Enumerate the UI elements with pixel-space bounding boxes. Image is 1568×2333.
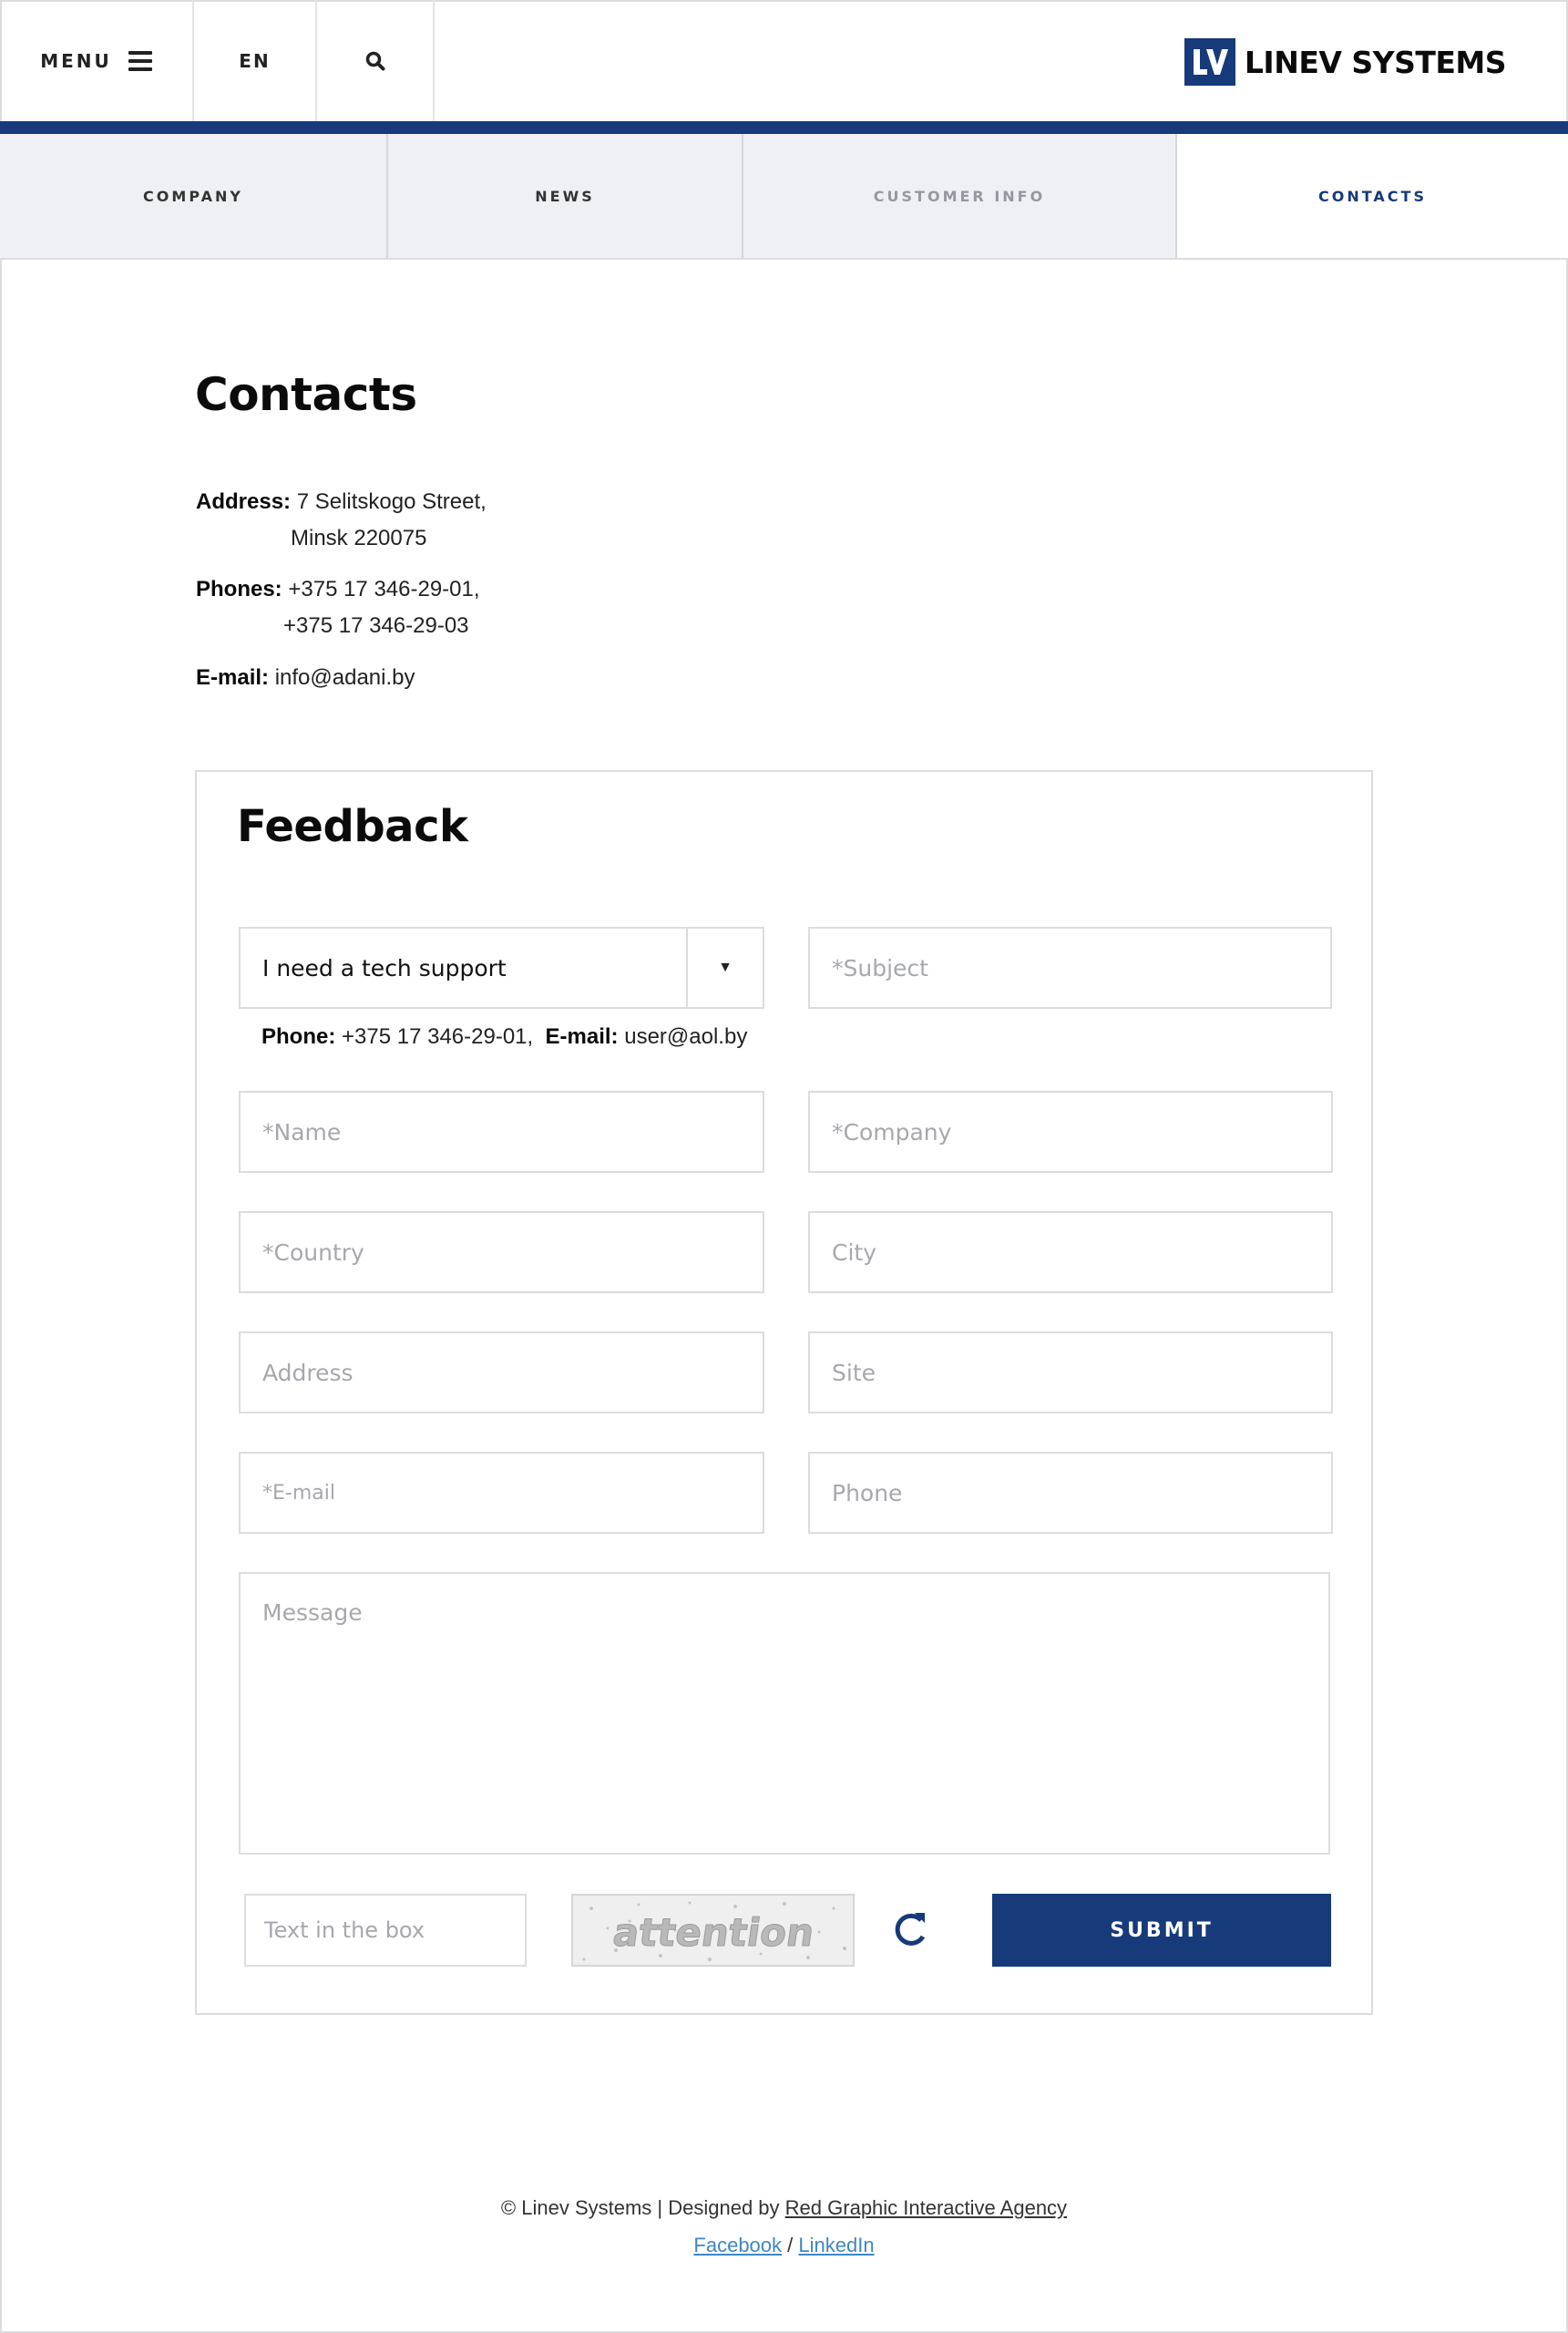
address-field[interactable]: Address (239, 1331, 764, 1413)
agency-link[interactable]: Red Graphic Interactive Agency (785, 2196, 1067, 2219)
company-field[interactable]: *Company (808, 1091, 1333, 1173)
footer-social: Facebook / LinkedIn (0, 2234, 1568, 2257)
page-title: Contacts (195, 368, 417, 421)
linkedin-link[interactable]: LinkedIn (798, 2234, 874, 2256)
address-block: Address: 7 Selitskogo Street, (196, 484, 487, 520)
email-label: E-mail: (196, 665, 270, 690)
logo-text: LINEV SYSTEMS (1244, 44, 1507, 80)
address-line1: 7 Selitskogo Street, (296, 489, 487, 514)
footer-credits: © Linev Systems | Designed by Red Graphi… (0, 2196, 1568, 2220)
feedback-form: Feedback I need a tech support ▼ *Subjec… (195, 770, 1373, 2015)
support-phone-label: Phone: (261, 1024, 336, 1049)
feedback-title: Feedback (237, 801, 468, 852)
phones-block: Phones: +375 17 346-29-01, (196, 571, 480, 608)
social-separator: / (787, 2234, 794, 2256)
tab-company[interactable]: COMPANY (0, 134, 388, 258)
hamburger-icon (128, 50, 152, 71)
support-phone: +375 17 346-29-01, (342, 1024, 534, 1049)
facebook-link[interactable]: Facebook (693, 2234, 782, 2256)
top-bar: MENU EN LINEV SYSTEMS (0, 0, 1568, 121)
name-field[interactable]: *Name (239, 1091, 764, 1173)
city-field[interactable]: City (808, 1211, 1333, 1293)
address-label: Address: (196, 489, 292, 514)
language-switcher[interactable]: EN (194, 0, 317, 121)
section-nav: COMPANY NEWS CUSTOMER INFO CONTACTS (0, 134, 1568, 260)
site-field[interactable]: Site (808, 1331, 1333, 1413)
captcha-text: attention (610, 1910, 817, 1955)
search-button[interactable] (317, 0, 435, 121)
copyright-text: © Linev Systems | Designed by (500, 2196, 780, 2219)
phone-2-row: +375 17 346-29-03 (283, 608, 469, 644)
logo-mark (1184, 38, 1235, 86)
search-icon (365, 51, 384, 70)
phone-1: +375 17 346-29-01, (288, 577, 480, 601)
subject-field[interactable]: *Subject (808, 927, 1332, 1009)
tab-contacts[interactable]: CONTACTS (1177, 134, 1568, 258)
tab-news[interactable]: NEWS (388, 134, 743, 258)
address-line2: Minsk 220075 (291, 526, 427, 550)
tab-customer-info[interactable]: CUSTOMER INFO (743, 134, 1177, 258)
country-field[interactable]: *Country (239, 1211, 764, 1293)
menu-button[interactable]: MENU (0, 0, 194, 121)
menu-label: MENU (40, 49, 112, 72)
header-accent-bar (0, 121, 1568, 134)
captcha-input[interactable]: Text in the box (244, 1894, 527, 1967)
contact-email: info@adani.by (274, 665, 415, 690)
logo-mark-icon (1193, 49, 1228, 75)
dropdown-arrow-icon[interactable]: ▼ (686, 929, 763, 1007)
support-contact-line: Phone: +375 17 346-29-01, E-mail: user@a… (261, 1024, 747, 1050)
email-field[interactable]: *E-mail (239, 1452, 764, 1534)
topic-select[interactable]: I need a tech support ▼ (239, 927, 764, 1009)
support-email-label: E-mail: (545, 1024, 619, 1049)
address-line2-row: Minsk 220075 (291, 520, 426, 557)
language-label: EN (239, 49, 271, 72)
support-email: user@aol.by (624, 1024, 748, 1049)
topic-select-value: I need a tech support (262, 954, 507, 982)
submit-button[interactable]: SUBMIT (992, 1894, 1331, 1967)
email-block: E-mail: info@adani.by (196, 660, 415, 696)
message-field[interactable]: Message (239, 1572, 1330, 1855)
company-logo[interactable]: LINEV SYSTEMS (1184, 38, 1507, 86)
captcha-image: attention (571, 1894, 855, 1967)
refresh-captcha-icon[interactable] (890, 1909, 930, 1949)
phones-label: Phones: (196, 577, 282, 601)
phone-field[interactable]: Phone (808, 1452, 1333, 1534)
phone-2: +375 17 346-29-03 (283, 613, 469, 638)
